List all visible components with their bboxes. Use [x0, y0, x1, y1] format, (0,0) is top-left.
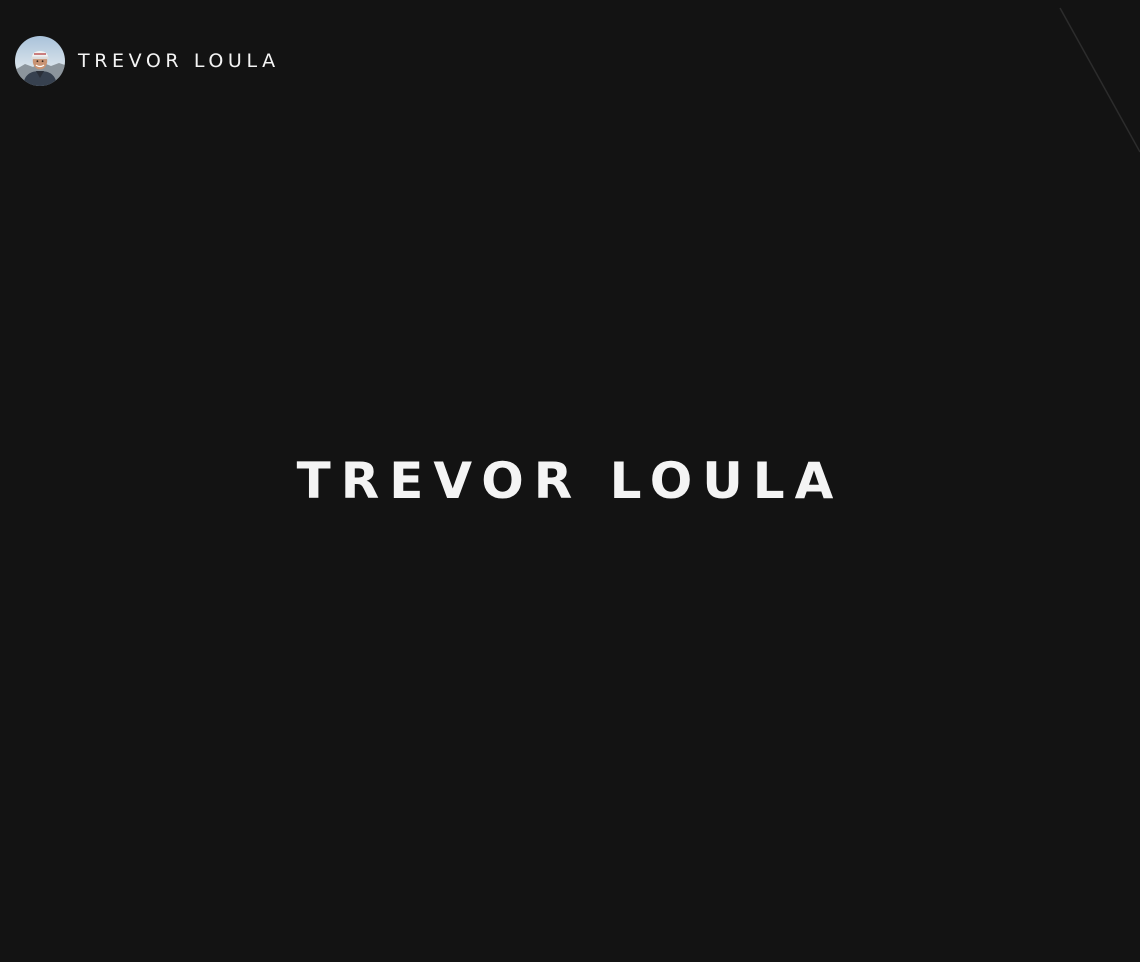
profile-photo-icon: [15, 36, 65, 86]
page: TREVOR LOULA TREVOR LOULA: [0, 0, 1140, 962]
site-home-link[interactable]: TREVOR LOULA: [15, 36, 280, 86]
hero-title: TREVOR LOULA: [296, 452, 844, 510]
avatar: [15, 36, 65, 86]
site-name: TREVOR LOULA: [78, 50, 280, 72]
hero: TREVOR LOULA: [0, 450, 1140, 512]
